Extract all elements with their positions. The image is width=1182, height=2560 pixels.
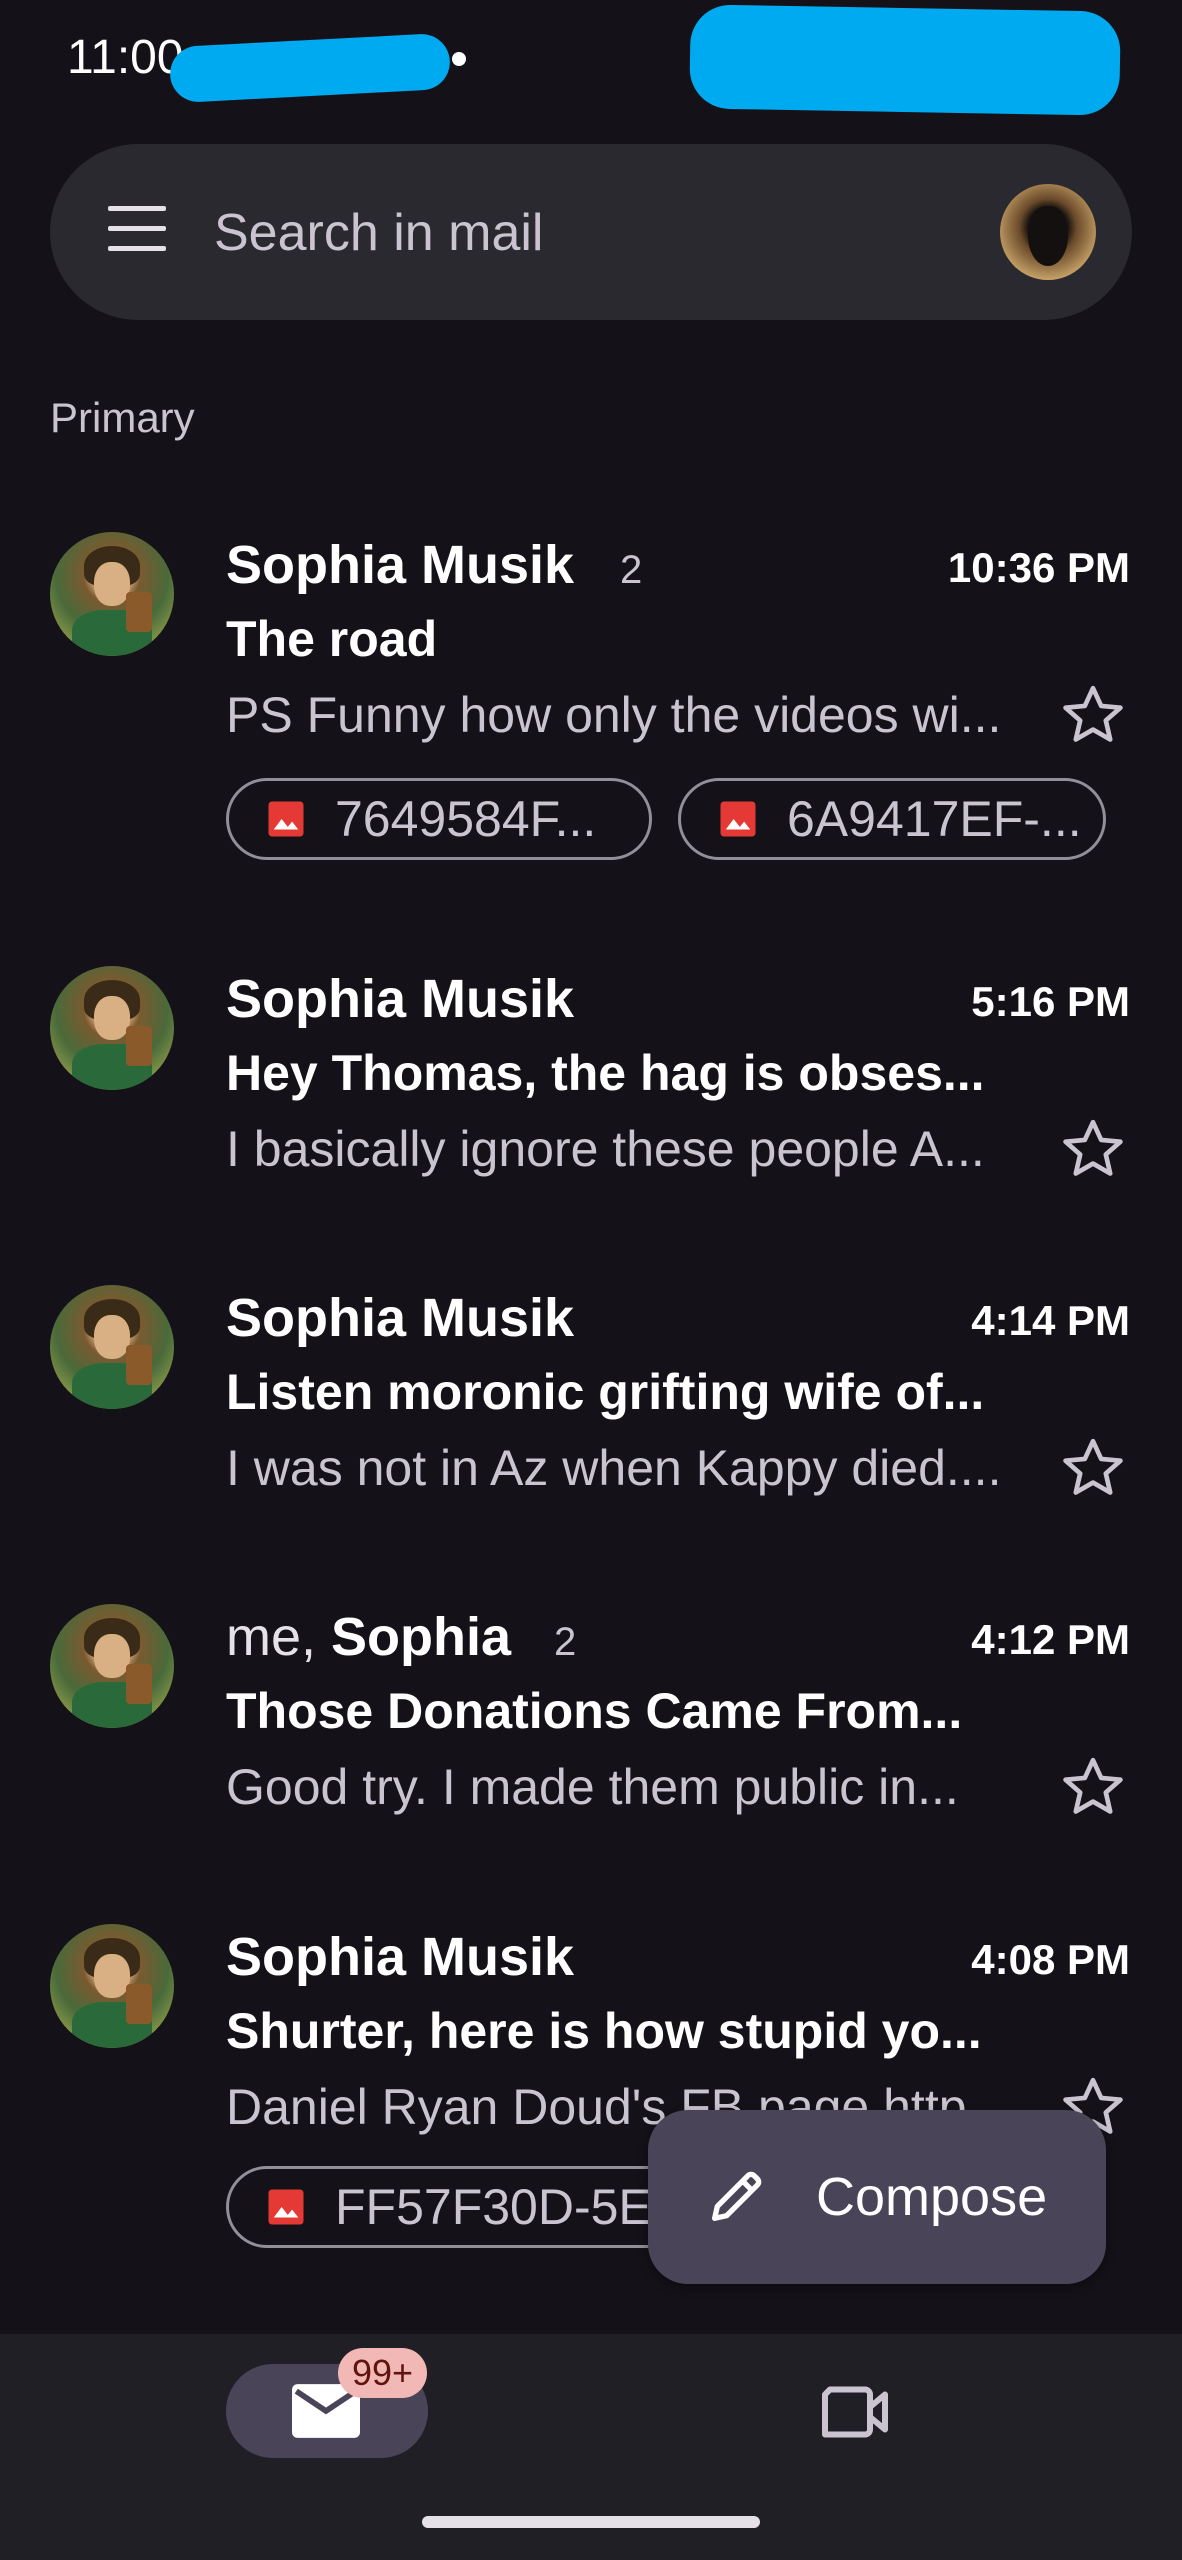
redaction-mark-right [689, 4, 1121, 116]
email-subject: Hey Thomas, the hag is obses... [226, 1045, 985, 1101]
sender-avatar [50, 966, 174, 1090]
email-snippet: PS Funny how only the videos wi... [226, 687, 1002, 743]
section-label-primary: Primary [50, 394, 195, 441]
search-bar[interactable] [50, 144, 1132, 320]
attachment-name: FF57F30D-5E... [335, 2179, 694, 2235]
email-row[interactable]: me, Sophia 2 4:12 PM Those Donations Cam… [0, 1592, 1182, 1872]
sender-avatar [50, 1924, 174, 2048]
star-icon[interactable] [1058, 680, 1128, 750]
star-icon[interactable] [1058, 1114, 1128, 1184]
attachment-name: 7649584F... [335, 791, 597, 847]
sender-avatar [50, 532, 174, 656]
email-time: 5:16 PM [971, 978, 1130, 1025]
pencil-icon [712, 2171, 762, 2221]
attachment-name: 6A9417EF-... [787, 791, 1082, 847]
email-subject: The road [226, 611, 438, 667]
sender-name: me, Sophia [226, 1606, 511, 1668]
image-icon [268, 801, 304, 837]
attachment-chip[interactable]: FF57F30D-5E... [226, 2166, 706, 2248]
status-bar: 11:00 [0, 0, 1182, 120]
home-indicator[interactable] [422, 2516, 760, 2528]
star-icon[interactable] [1058, 1433, 1128, 1503]
email-row[interactable]: Sophia Musik 5:16 PM Hey Thomas, the hag… [0, 954, 1182, 1234]
sender-name: Sophia Musik [226, 1288, 575, 1348]
video-camera-icon[interactable] [820, 2384, 890, 2440]
menu-icon[interactable] [108, 206, 166, 258]
notification-dot-icon [452, 52, 466, 66]
email-row[interactable]: Sophia Musik 2 10:36 PM The road PS Funn… [0, 520, 1182, 900]
email-time: 4:08 PM [971, 1936, 1130, 1983]
attachment-chip[interactable]: 6A9417EF-... [678, 778, 1106, 860]
email-time: 4:14 PM [971, 1297, 1130, 1344]
compose-button[interactable]: Compose [648, 2110, 1106, 2284]
email-subject: Those Donations Came From... [226, 1683, 963, 1739]
unread-badge: 99+ [338, 2348, 428, 2398]
sender-name-bold: Sophia [331, 1607, 512, 1667]
image-icon [268, 2189, 304, 2225]
sender-name: Sophia Musik [226, 535, 575, 595]
compose-label: Compose [816, 2167, 1048, 2227]
sender-avatar [50, 1285, 174, 1409]
search-input[interactable] [212, 192, 976, 274]
email-row[interactable]: Sophia Musik 4:14 PM Listen moronic grif… [0, 1273, 1182, 1553]
sender-name: Sophia Musik [226, 1927, 575, 1987]
sender-name: Sophia Musik [226, 969, 575, 1029]
redaction-mark-left [168, 32, 452, 104]
email-subject: Shurter, here is how stupid yo... [226, 2003, 982, 2059]
email-snippet: Good try. I made them public in... [226, 1759, 959, 1815]
star-icon[interactable] [1058, 1752, 1128, 1822]
sender-prefix: me, [226, 1607, 332, 1667]
email-time: 10:36 PM [947, 544, 1130, 591]
email-snippet: I basically ignore these people A... [226, 1121, 985, 1177]
email-snippet: I was not in Az when Kappy died.... [226, 1440, 1002, 1496]
attachment-chip[interactable]: 7649584F... [226, 778, 652, 860]
image-icon [720, 801, 756, 837]
status-time: 11:00 [67, 31, 184, 84]
thread-count: 2 [554, 1620, 577, 1664]
sender-avatar [50, 1604, 174, 1728]
thread-count: 2 [620, 548, 643, 592]
account-avatar[interactable] [1000, 184, 1096, 280]
email-time: 4:12 PM [971, 1616, 1130, 1663]
email-subject: Listen moronic grifting wife of... [226, 1364, 985, 1420]
